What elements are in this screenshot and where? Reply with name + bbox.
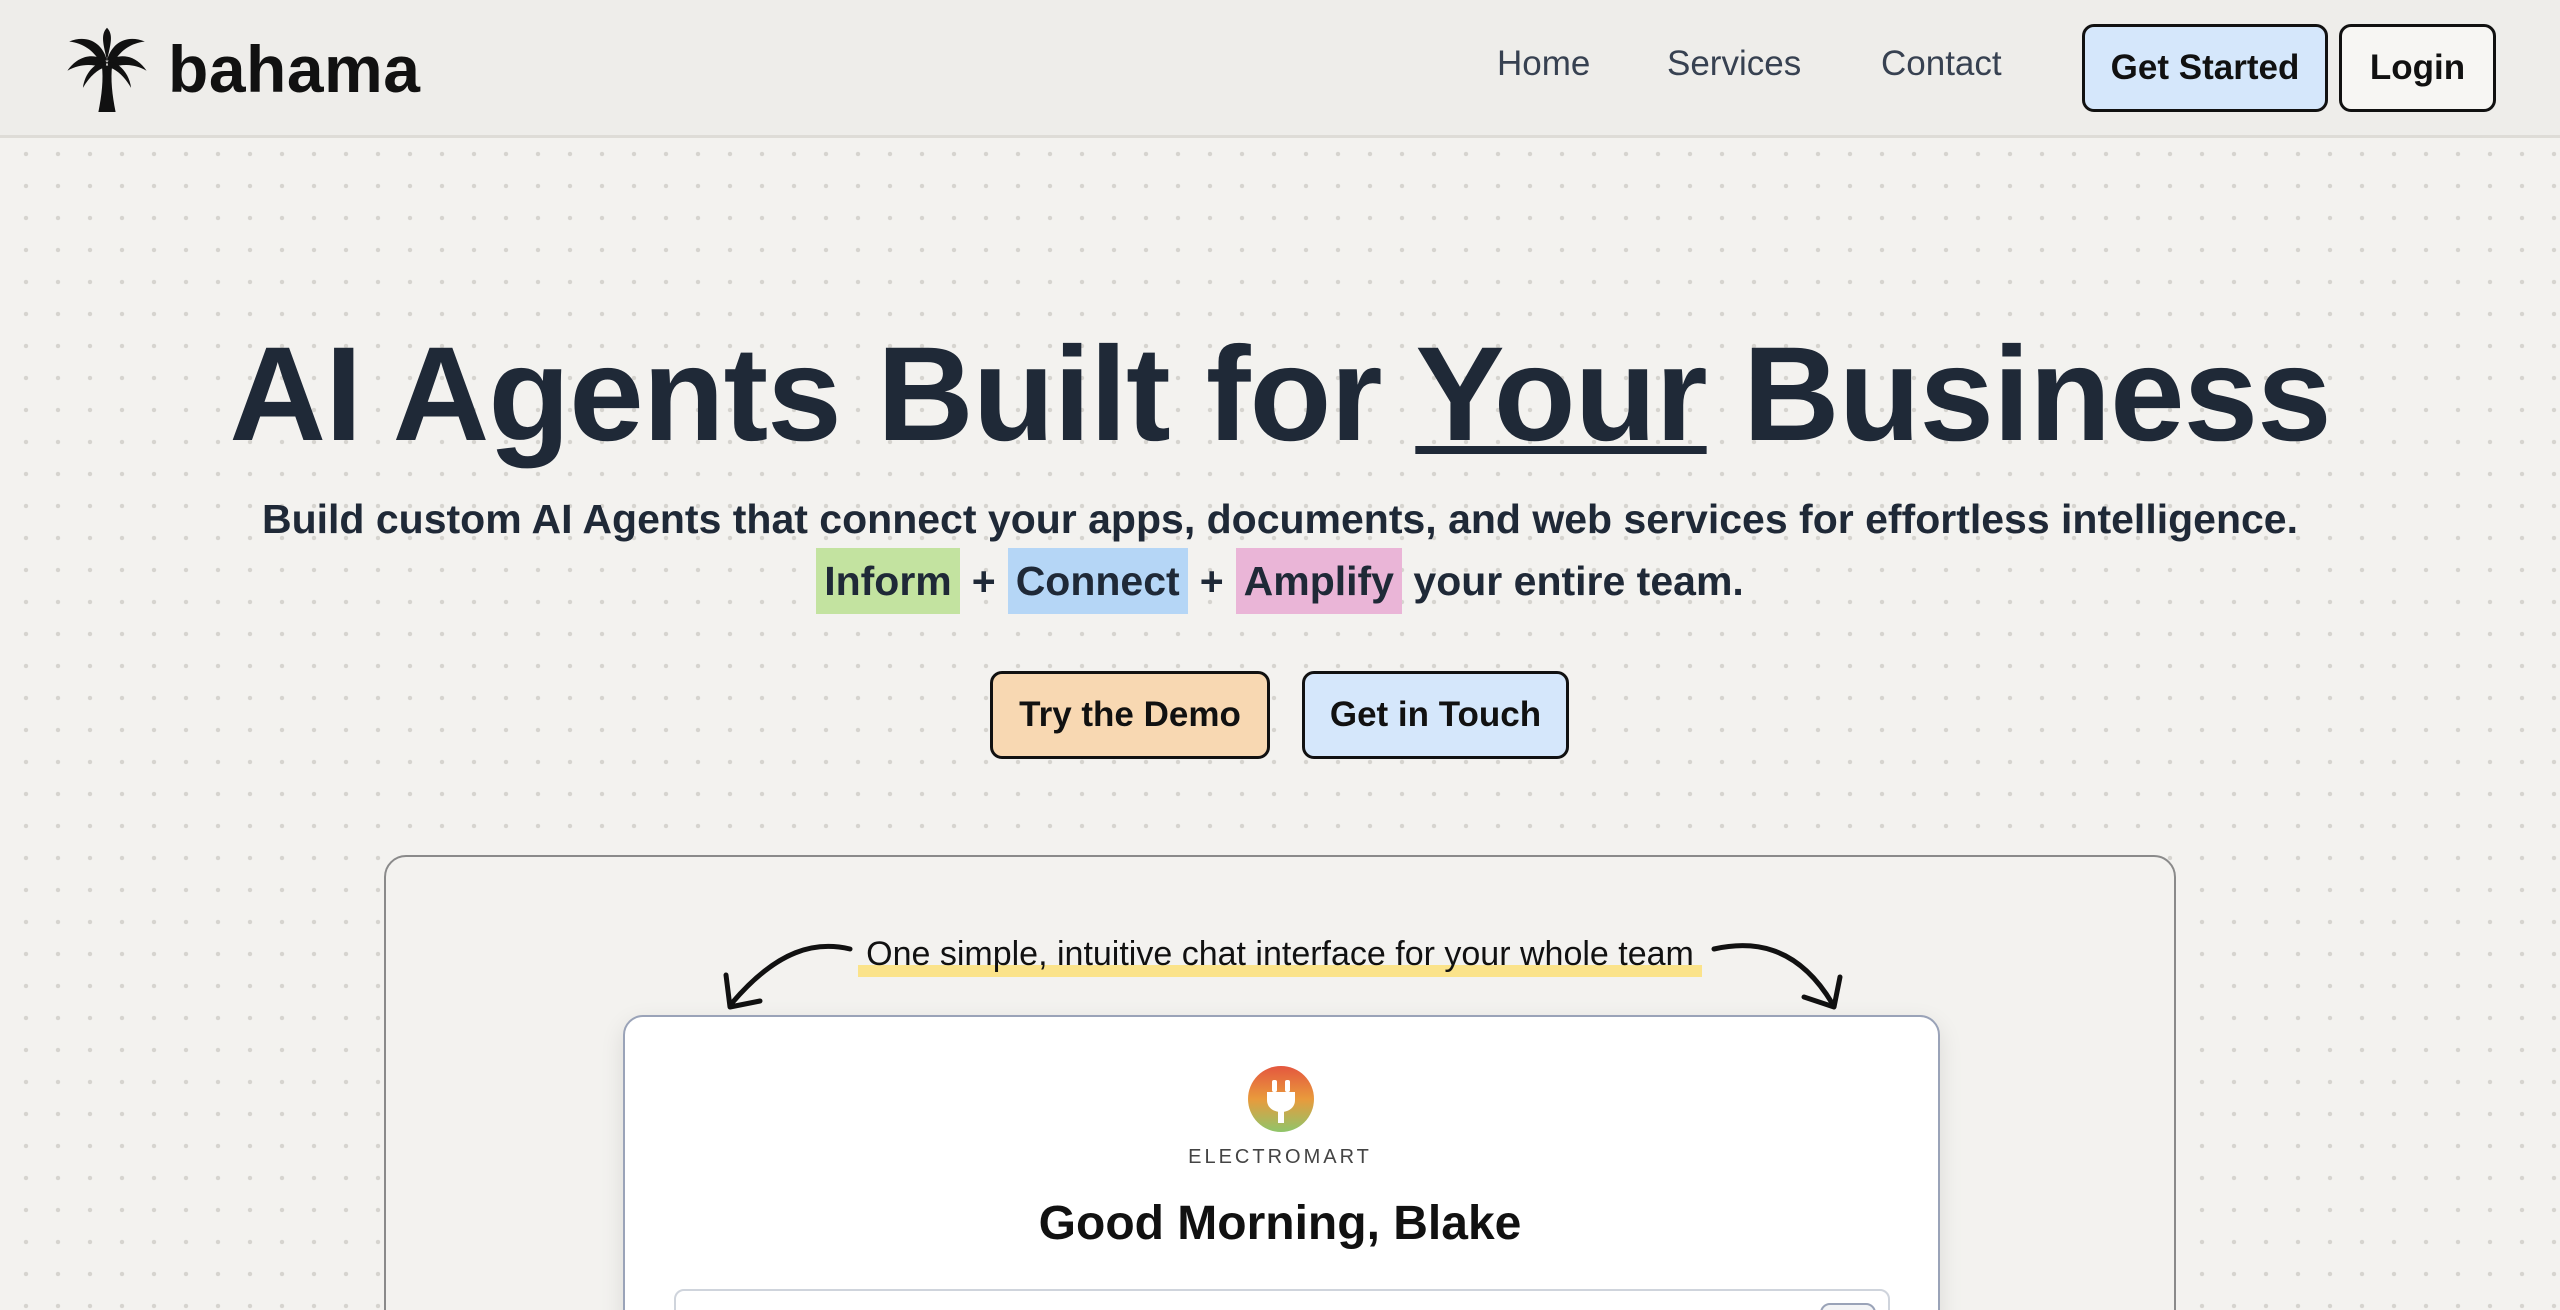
logo[interactable]: bahama: [64, 26, 420, 112]
palm-tree-icon: [67, 27, 147, 112]
hero-title: AI Agents Built for Your Business: [0, 318, 2560, 471]
brand-name: ELECTROMART: [1188, 1146, 1372, 1168]
get-started-button[interactable]: Get Started: [2082, 24, 2328, 112]
plus-sign: +: [1199, 558, 1224, 604]
connect-highlight: Connect: [1007, 548, 1188, 614]
nav-home-link[interactable]: Home: [1497, 44, 1590, 84]
tagline-suffix: your entire team.: [1413, 558, 1744, 604]
hero-title-part1: AI Agents Built for: [229, 320, 1416, 469]
get-in-touch-button[interactable]: Get in Touch: [1302, 671, 1569, 759]
login-button[interactable]: Login: [2339, 24, 2496, 112]
hero-title-part2: Business: [1706, 320, 2332, 469]
try-demo-button[interactable]: Try the Demo: [990, 671, 1270, 759]
demo-caption: One simple, intuitive chat interface for…: [0, 935, 2560, 977]
logo-text: bahama: [168, 32, 421, 106]
nav-contact-link[interactable]: Contact: [1881, 44, 2002, 84]
site-header: bahama Home Services Contact Get Started…: [0, 0, 2560, 138]
send-button[interactable]: [1820, 1303, 1876, 1310]
nav-services-link[interactable]: Services: [1667, 44, 1801, 84]
demo-caption-text: One simple, intuitive chat interface for…: [858, 935, 1702, 977]
plug-icon: [1248, 1066, 1314, 1132]
curved-arrow-right-icon: [1711, 943, 1843, 1010]
hero-title-emphasis: Your: [1415, 320, 1707, 469]
chat-input[interactable]: [674, 1289, 1890, 1310]
hero-tagline: Inform + Connect + Amplify your entire team.: [0, 548, 2560, 614]
plus-sign: +: [971, 558, 996, 604]
chat-greeting: Good Morning, Blake: [1038, 1197, 1522, 1250]
hero-subtitle: Build custom AI Agents that connect your…: [262, 496, 2298, 542]
inform-highlight: Inform: [816, 548, 960, 614]
amplify-highlight: Amplify: [1235, 548, 1402, 614]
